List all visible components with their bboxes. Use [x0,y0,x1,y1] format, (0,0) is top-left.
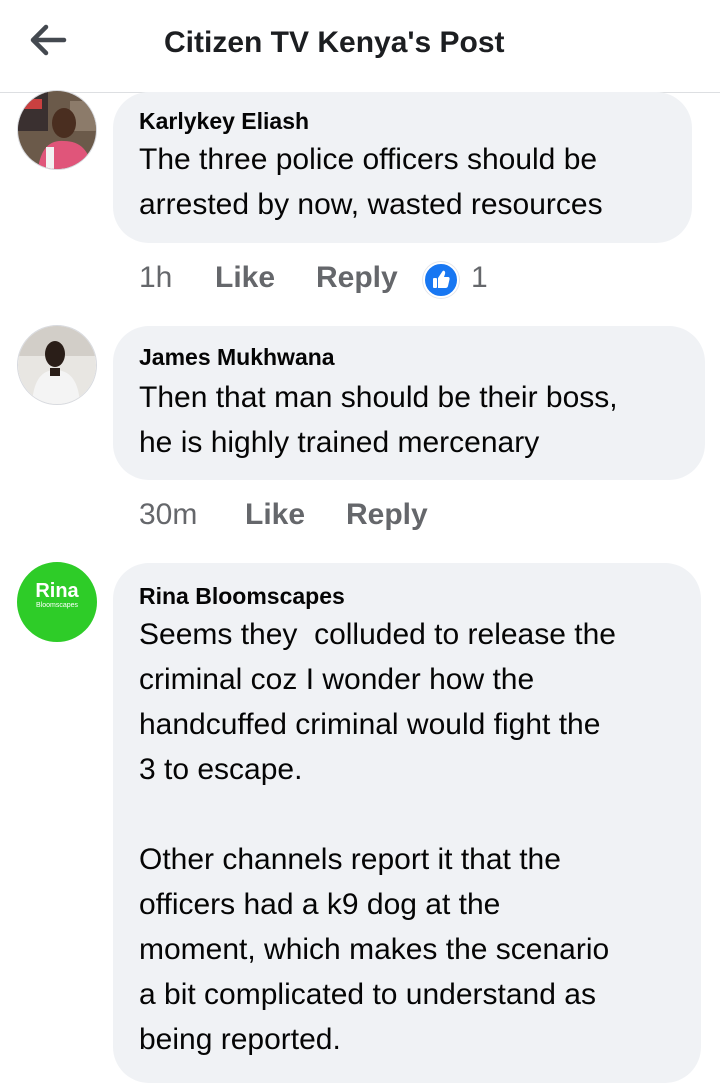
comment-bubble: Rina Bloomscapes Seems they colluded to … [113,563,701,1083]
avatar-logo-subtext: Bloomscapes [35,602,79,609]
reply-button[interactable]: Reply [316,261,398,295]
comment-text: The three police officers should be arre… [139,143,603,221]
avatar-logo-text: Rina [35,580,79,602]
page-title: Citizen TV Kenya's Post [164,26,505,59]
back-arrow-icon[interactable] [28,22,68,58]
reaction-count[interactable]: 1 [471,261,488,295]
avatar-rina-bloomscapes[interactable]: Rina Bloomscapes [17,562,97,642]
comment-time: 30m [139,498,198,531]
like-button[interactable]: Like [245,498,305,532]
like-button[interactable]: Like [215,261,275,295]
top-bar: Citizen TV Kenya's Post [0,0,720,93]
comment-bubble: Karlykey Eliash The three police officer… [113,92,692,243]
reply-button[interactable]: Reply [346,498,428,532]
avatar-karlykey[interactable] [17,90,97,170]
comment-author[interactable]: Rina Bloomscapes [139,583,345,610]
comment-text: Then that man should be their boss, he i… [139,381,618,459]
thumbs-up-icon[interactable] [423,262,459,298]
avatar-james[interactable] [17,325,97,405]
comment-author[interactable]: James Mukhwana [139,344,335,371]
comment-text: Seems they colluded to release the crimi… [139,618,616,1056]
comment-author[interactable]: Karlykey Eliash [139,108,309,135]
comment-bubble: James Mukhwana Then that man should be t… [113,326,705,480]
comment-time: 1h [139,261,173,294]
